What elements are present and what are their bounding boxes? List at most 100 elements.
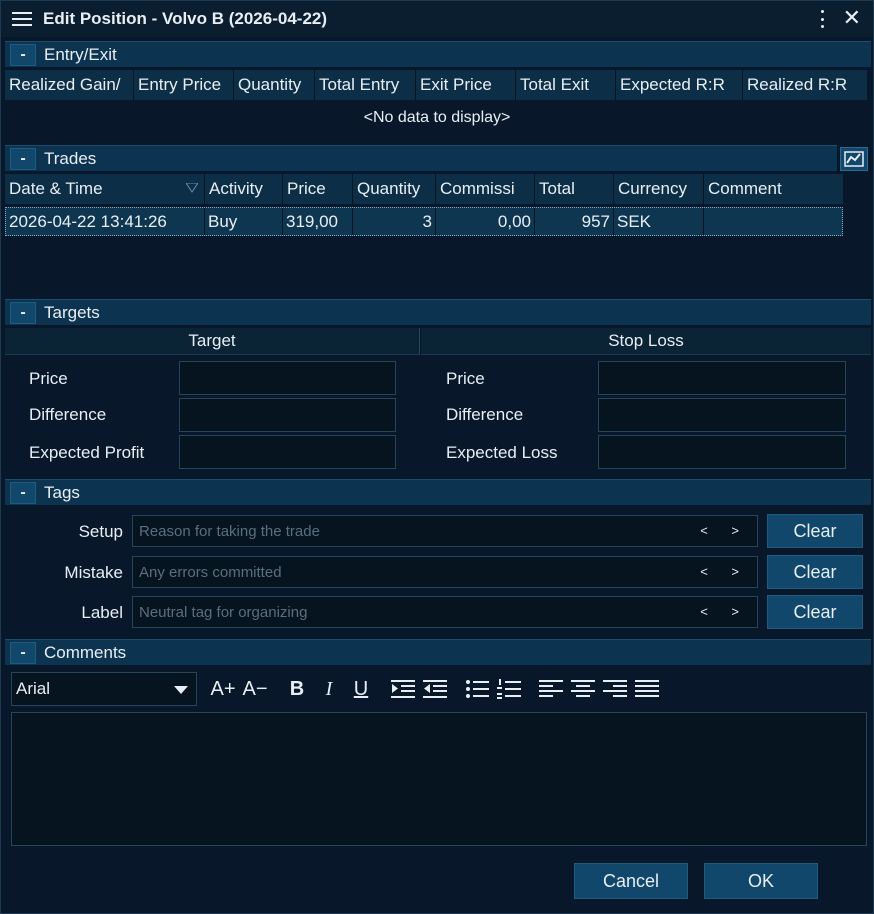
filter-icon[interactable] [186,183,198,193]
stoploss-price-input[interactable] [598,361,846,395]
label-input[interactable] [137,602,697,622]
hamburger-menu-icon[interactable] [12,12,32,26]
column-label: Date & Time [9,179,103,198]
cell-comment [704,208,840,235]
ok-button[interactable]: OK [704,863,818,899]
column-header[interactable]: Entry Price [134,70,234,100]
no-data-message: <No data to display> [363,109,511,126]
bullet-list-icon[interactable] [461,674,493,704]
mistake-cycle-arrows[interactable]: < > [700,564,749,579]
column-header[interactable]: Realized R:R [743,70,867,100]
section-tags: - Tags [5,479,871,505]
column-header[interactable]: Quantity [353,174,436,204]
increase-font-button[interactable]: A+ [207,674,239,704]
title-bar: Edit Position - Volvo B (2026-04-22) ✕ [1,1,873,37]
table-row[interactable]: 2026-04-22 13:41:26 Buy 319,00 3 0,00 95… [5,207,843,236]
section-label: Entry/Exit [44,44,117,64]
column-header[interactable]: Exit Price [416,70,516,100]
font-family-value: Arial [16,679,51,698]
align-right-icon[interactable] [599,674,631,704]
cell-total: 957 [535,208,614,235]
edit-position-dialog: Edit Position - Volvo B (2026-04-22) ✕ -… [0,0,874,914]
expected-profit-input[interactable] [179,435,396,469]
section-label: Comments [44,642,127,662]
cell-price: 319,00 [283,208,353,235]
expected-loss-label: Expected Loss [446,443,558,462]
label-cycle-arrows[interactable]: < > [700,604,749,619]
column-header[interactable]: Price [283,174,353,204]
cell-commission: 0,00 [436,208,535,235]
trades-grid-header: Date & Time Activity Price Quantity Comm… [5,174,843,204]
setup-input[interactable] [137,521,697,541]
trades-collapse-button[interactable]: - [10,147,36,170]
target-price-label: Price [29,369,68,388]
section-label: Tags [44,482,80,502]
align-left-icon[interactable] [535,674,567,704]
column-header[interactable]: Currency [614,174,704,204]
clear-label-button[interactable]: Clear [767,595,863,629]
align-center-icon[interactable] [567,674,599,704]
column-header[interactable]: Total [535,174,614,204]
underline-button[interactable]: U [345,674,377,704]
column-header[interactable]: Expected R:R [616,70,743,100]
section-trades: - Trades [5,145,837,171]
cell-quantity: 3 [353,208,436,235]
chart-icon[interactable] [840,147,868,171]
chevron-down-icon [174,686,188,694]
target-price-input[interactable] [179,361,396,395]
column-header[interactable]: Date & Time [5,174,205,204]
clear-mistake-button[interactable]: Clear [767,555,863,589]
clear-setup-button[interactable]: Clear [767,514,863,548]
section-targets: - Targets [5,299,871,325]
stoploss-price-label: Price [446,369,485,388]
more-options-icon[interactable] [819,10,825,28]
setup-label: Setup [78,522,123,541]
cancel-button[interactable]: Cancel [574,863,688,899]
label-field: < > [132,596,758,628]
mistake-field: < > [132,556,758,588]
close-icon[interactable]: ✕ [843,5,861,31]
entry-exit-collapse-button[interactable]: - [10,43,36,66]
cell-currency: SEK [614,208,704,235]
target-header: Target [5,328,420,355]
indent-icon[interactable] [387,674,419,704]
stoploss-difference-input[interactable] [598,398,846,432]
font-family-select[interactable]: Arial [11,672,197,706]
setup-cycle-arrows[interactable]: < > [700,523,749,538]
mistake-input[interactable] [137,562,697,582]
formatting-toolbar: Arial A+ A− B I U [11,671,663,707]
outdent-icon[interactable] [419,674,451,704]
column-header[interactable]: Realized Gain/ [5,70,134,100]
column-header[interactable]: Commissi [436,174,535,204]
section-label: Trades [44,148,97,168]
section-label: Targets [44,302,100,322]
italic-button[interactable]: I [313,674,345,704]
expected-profit-label: Expected Profit [29,443,145,462]
target-difference-label: Difference [29,405,107,424]
target-difference-input[interactable] [179,398,396,432]
column-header[interactable]: Total Exit [516,70,616,100]
comments-collapse-button[interactable]: - [10,641,36,664]
entry-exit-grid-header: Realized Gain/ Entry Price Quantity Tota… [5,70,867,100]
column-header[interactable]: Activity [205,174,283,204]
expected-loss-input[interactable] [598,435,846,469]
targets-collapse-button[interactable]: - [10,301,36,324]
section-comments: - Comments [5,639,871,665]
stop-loss-header: Stop Loss [421,328,871,355]
cell-datetime: 2026-04-22 13:41:26 [6,208,205,235]
decrease-font-button[interactable]: A− [239,674,271,704]
setup-field: < > [132,515,758,547]
column-header[interactable]: Comment [704,174,843,204]
align-justify-icon[interactable] [631,674,663,704]
numbered-list-icon[interactable] [493,674,525,704]
column-header[interactable]: Quantity [234,70,315,100]
mistake-label: Mistake [64,563,123,582]
section-entry-exit: - Entry/Exit [5,41,871,67]
window-title: Edit Position - Volvo B (2026-04-22) [43,9,328,28]
tags-collapse-button[interactable]: - [10,481,36,504]
label-label: Label [81,603,123,622]
comments-editor[interactable] [11,712,867,846]
column-header[interactable]: Total Entry [315,70,416,100]
stoploss-difference-label: Difference [446,405,524,424]
bold-button[interactable]: B [281,674,313,704]
